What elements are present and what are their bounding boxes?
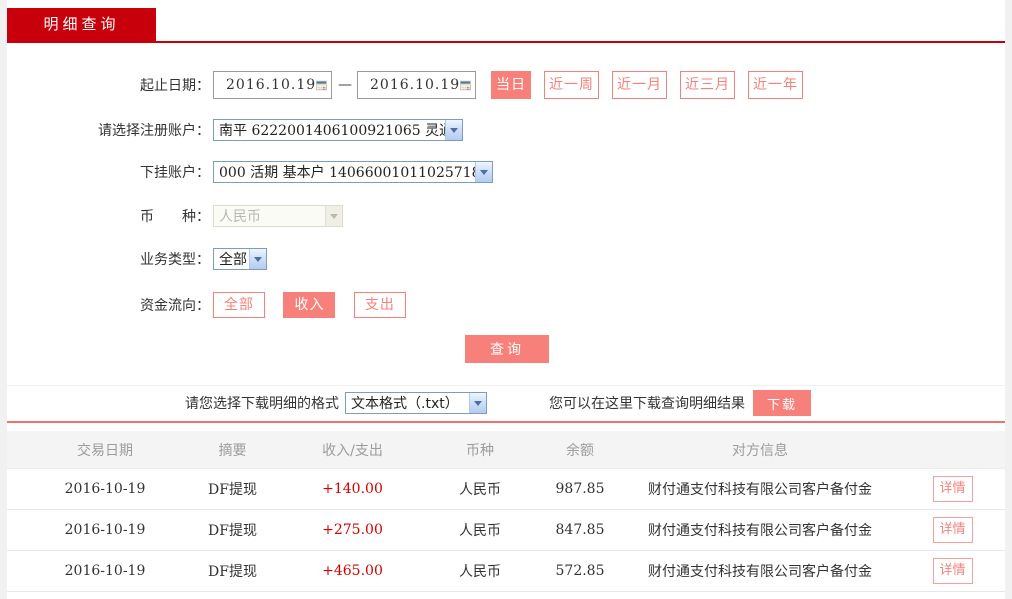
cell-amount: +275.00: [285, 522, 420, 538]
download-bar: 请您选择下载明细的格式 文本格式（.txt） 您可以在这里下载查询明细结果 下载: [7, 385, 1005, 423]
cell-summary: DF提现: [180, 479, 285, 499]
sub-account-row: 下挂账户： 000 活期 基本户 1406600101102571848: [7, 161, 1005, 183]
download-format-value: 文本格式（.txt）: [346, 393, 469, 413]
currency-value: 人民币: [214, 206, 325, 226]
register-account-select[interactable]: 南平 6222001406100921065 灵通卡: [213, 119, 463, 141]
chevron-down-icon: [469, 393, 486, 413]
cell-amount: +465.00: [285, 563, 420, 579]
cell-amount: +140.00: [285, 481, 420, 497]
sub-account-value: 000 活期 基本户 1406600101102571848: [214, 162, 475, 182]
header-summary: 摘要: [180, 440, 285, 460]
cell-balance: 572.85: [540, 563, 620, 579]
register-account-row: 请选择注册账户： 南平 6222001406100921065 灵通卡: [7, 119, 1005, 141]
cell-summary: DF提现: [180, 561, 285, 581]
header-balance: 余额: [540, 440, 620, 460]
date-range-separator: —: [338, 77, 352, 93]
register-account-value: 南平 6222001406100921065 灵通卡: [214, 120, 445, 140]
table-row: 2016-10-19 DF提现 +140.00 人民币 987.85 财付通支付…: [7, 469, 1005, 510]
cell-summary: DF提现: [180, 520, 285, 540]
sub-account-label: 下挂账户：: [7, 162, 210, 182]
start-date-input[interactable]: 2016.10.19: [213, 71, 332, 99]
tab-detail-query[interactable]: 明细查询: [7, 8, 156, 41]
chevron-down-icon: [445, 120, 462, 140]
query-row: 查询: [7, 335, 1005, 363]
fund-flow-row: 资金流向： 全部 收入 支出: [7, 292, 1005, 318]
end-date-input[interactable]: 2016.10.19: [357, 71, 476, 99]
download-format-label: 请您选择下载明细的格式: [185, 393, 339, 413]
query-button[interactable]: 查询: [465, 335, 549, 363]
download-button[interactable]: 下载: [753, 390, 811, 416]
cell-trade-date: 2016-10-19: [30, 563, 180, 579]
fund-flow-options: 全部 收入 支出: [213, 292, 420, 318]
cell-currency: 人民币: [420, 479, 540, 499]
cell-currency: 人民币: [420, 520, 540, 540]
business-type-row: 业务类型： 全部: [7, 248, 1005, 270]
fund-flow-all-button[interactable]: 全部: [213, 292, 265, 318]
cell-balance: 987.85: [540, 481, 620, 497]
calendar-icon[interactable]: [316, 76, 327, 95]
chevron-down-icon: [475, 162, 492, 182]
start-date-value: 2016.10.19: [226, 77, 316, 93]
fund-flow-label: 资金流向：: [7, 295, 210, 315]
calendar-icon[interactable]: [460, 76, 471, 95]
currency-select: 人民币: [213, 205, 343, 227]
detail-button[interactable]: 详情: [933, 558, 973, 584]
business-type-label: 业务类型：: [7, 249, 210, 269]
cell-trade-date: 2016-10-19: [30, 522, 180, 538]
results-table: 交易日期 摘要 收入/支出 币种 余额 对方信息 2016-10-19 DF提现…: [7, 431, 1005, 592]
cell-currency: 人民币: [420, 561, 540, 581]
header-trade-date: 交易日期: [30, 440, 180, 460]
table-row: 2016-10-19 DF提现 +465.00 人民币 572.85 财付通支付…: [7, 551, 1005, 592]
cell-balance: 847.85: [540, 522, 620, 538]
detail-query-page: 明细查询 起止日期： 2016.10.19 — 2016.10.19: [7, 0, 1005, 599]
sub-account-select[interactable]: 000 活期 基本户 1406600101102571848: [213, 161, 493, 183]
cell-counterparty: 财付通支付科技有限公司客户备付金: [620, 520, 900, 540]
currency-label: 币 种：: [7, 206, 210, 226]
detail-button[interactable]: 详情: [933, 517, 973, 543]
quick-range-quarter-button[interactable]: 近三月: [680, 71, 735, 99]
chevron-down-icon: [249, 249, 266, 269]
currency-row: 币 种： 人民币: [7, 205, 1005, 227]
detail-button[interactable]: 详情: [933, 476, 973, 502]
cell-counterparty: 财付通支付科技有限公司客户备付金: [620, 561, 900, 581]
table-header-row: 交易日期 摘要 收入/支出 币种 余额 对方信息: [7, 431, 1005, 469]
download-hint-text: 您可以在这里下载查询明细结果: [549, 393, 745, 413]
header-currency: 币种: [420, 440, 540, 460]
download-format-select[interactable]: 文本格式（.txt）: [345, 392, 487, 414]
business-type-select[interactable]: 全部: [213, 248, 267, 270]
date-range-row: 起止日期： 2016.10.19 — 2016.10.19: [7, 71, 1005, 99]
chevron-down-icon: [325, 206, 342, 226]
end-date-value: 2016.10.19: [370, 77, 460, 93]
business-type-value: 全部: [214, 249, 249, 269]
quick-range-month-button[interactable]: 近一月: [612, 71, 667, 99]
fund-flow-expense-button[interactable]: 支出: [354, 292, 406, 318]
quick-range-year-button[interactable]: 近一年: [748, 71, 803, 99]
quick-range-week-button[interactable]: 近一周: [544, 71, 599, 99]
date-range-label: 起止日期：: [7, 75, 210, 95]
register-account-label: 请选择注册账户：: [7, 120, 210, 140]
table-row: 2016-10-19 DF提现 +275.00 人民币 847.85 财付通支付…: [7, 510, 1005, 551]
fund-flow-income-button[interactable]: 收入: [283, 292, 335, 318]
header-counterparty: 对方信息: [620, 440, 900, 460]
tab-bar: 明细查询: [7, 0, 1005, 43]
header-income-expense: 收入/支出: [285, 440, 420, 460]
quick-range-today-button[interactable]: 当日: [491, 71, 531, 99]
cell-trade-date: 2016-10-19: [30, 481, 180, 497]
cell-counterparty: 财付通支付科技有限公司客户备付金: [620, 479, 900, 499]
